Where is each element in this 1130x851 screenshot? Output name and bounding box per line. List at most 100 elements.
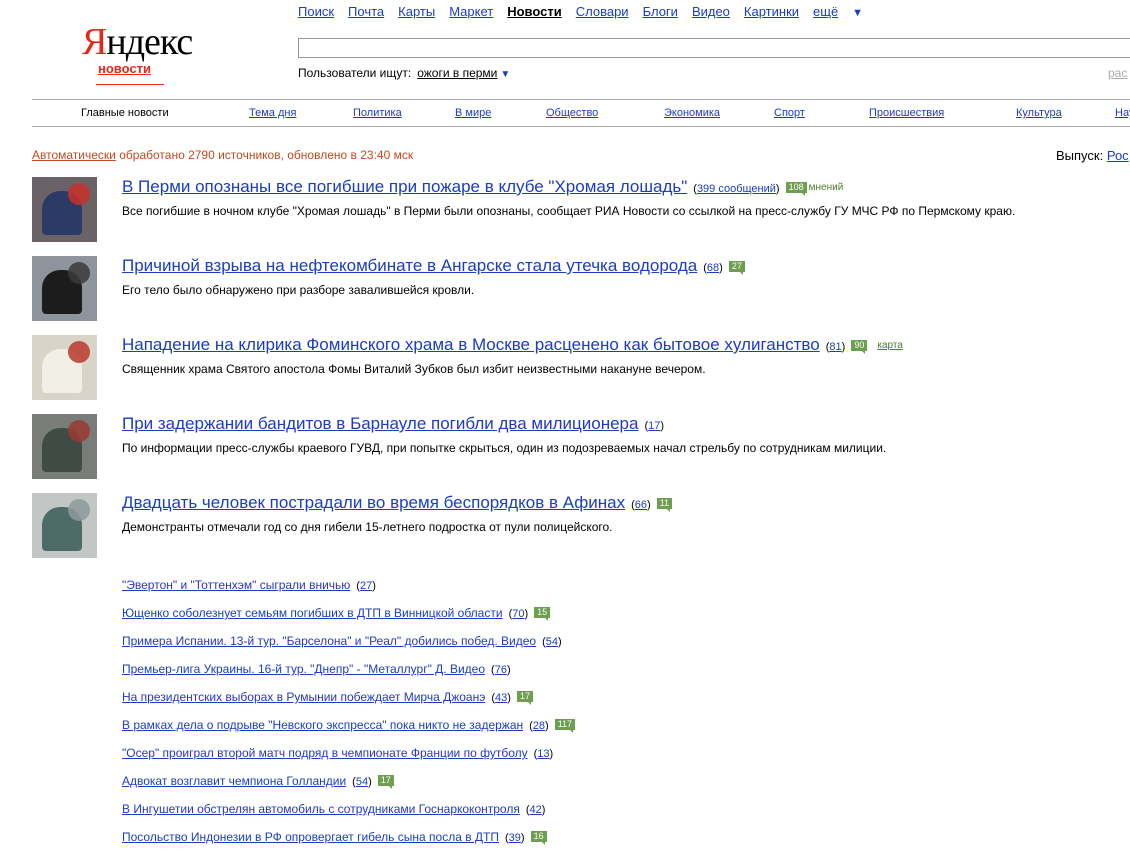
list-item: Адвокат возглавит чемпиона Голландии (54)… bbox=[122, 774, 394, 789]
small-story-link[interactable]: Премьер-лига Украины. 16-й тур. "Днепр" … bbox=[122, 662, 485, 676]
service-link[interactable]: Карты bbox=[398, 4, 435, 19]
category-link[interactable]: Нау bbox=[1115, 107, 1130, 119]
small-story-count-link[interactable]: 54 bbox=[356, 776, 368, 788]
story-count-link[interactable]: 17 bbox=[648, 420, 660, 432]
opinions-badge[interactable]: 90 bbox=[851, 340, 868, 354]
story-source-count: (399 сообщений) bbox=[693, 183, 780, 195]
category-link[interactable]: Происшествия bbox=[869, 107, 944, 119]
small-story-count-link[interactable]: 42 bbox=[530, 804, 542, 816]
small-story-link[interactable]: "Осер" проиграл второй матч подряд в чем… bbox=[122, 746, 528, 760]
search-input[interactable] bbox=[298, 38, 1130, 58]
story-title-link[interactable]: При задержании бандитов в Барнауле погиб… bbox=[122, 414, 638, 433]
small-story-count-link[interactable]: 13 bbox=[537, 748, 549, 760]
opinions-label[interactable]: мнений bbox=[809, 182, 844, 193]
small-story-link[interactable]: "Эвертон" и "Тоттенхэм" сыграли вничью bbox=[122, 578, 350, 592]
story-headline: Двадцать человек пострадали во время бес… bbox=[122, 493, 673, 513]
small-story-count: (54) bbox=[352, 776, 372, 788]
small-story-count-link[interactable]: 70 bbox=[512, 608, 524, 620]
opinions-badge[interactable]: 16 bbox=[530, 831, 547, 845]
category-current: Главные новости bbox=[81, 107, 169, 119]
category-bottom-divider bbox=[32, 126, 1130, 127]
small-story-link[interactable]: Ющенко соболезнует семьям погибших в ДТП… bbox=[122, 606, 503, 620]
small-story-count-link[interactable]: 39 bbox=[509, 832, 521, 844]
small-story-count: (54) bbox=[542, 636, 562, 648]
category-link[interactable]: Экономика bbox=[664, 107, 720, 119]
service-link[interactable]: Словари bbox=[576, 4, 629, 19]
service-link[interactable]: Новости bbox=[507, 4, 562, 19]
opinions-badge[interactable]: 117 bbox=[554, 719, 576, 733]
photo-shape bbox=[68, 499, 90, 521]
opinions-badge[interactable]: 15 bbox=[534, 607, 551, 621]
logo-news-link[interactable]: новости bbox=[98, 62, 182, 76]
category-link[interactable]: Политика bbox=[353, 107, 402, 119]
story-count-link[interactable]: 68 bbox=[707, 262, 719, 274]
small-story-count-link[interactable]: 43 bbox=[495, 692, 507, 704]
story-count-link[interactable]: 81 bbox=[829, 341, 841, 353]
category-link[interactable]: Спорт bbox=[774, 107, 805, 119]
small-story-count-link[interactable]: 54 bbox=[546, 636, 558, 648]
small-story-link[interactable]: В рамках дела о подрыве "Невского экспре… bbox=[122, 718, 523, 732]
story-annotation: Его тело было обнаружено при разборе зав… bbox=[122, 283, 475, 297]
small-story-link[interactable]: Адвокат возглавит чемпиона Голландии bbox=[122, 774, 346, 788]
chevron-down-icon[interactable]: ▼ bbox=[500, 69, 510, 80]
story-photo-ambulance[interactable] bbox=[32, 335, 97, 400]
story-annotation: Демонстранты отмечали год со дня гибели … bbox=[122, 520, 613, 534]
small-story-count-link[interactable]: 76 bbox=[495, 664, 507, 676]
small-story-count-link[interactable]: 27 bbox=[360, 580, 372, 592]
services-more-link[interactable]: ещё bbox=[813, 4, 838, 19]
small-story-count: (76) bbox=[491, 664, 511, 676]
story-photo-black-smoke[interactable] bbox=[32, 256, 97, 321]
small-story-count-link[interactable]: 28 bbox=[533, 720, 545, 732]
category-nav: Главные новости Тема дня Политика В мире Общ… bbox=[0, 107, 1130, 121]
users-search-query-link[interactable]: ожоги в перми bbox=[417, 66, 497, 80]
small-story-link[interactable]: На президентских выборах в Румынии побеж… bbox=[122, 690, 485, 704]
small-story-count: (42) bbox=[525, 804, 546, 816]
photo-shape bbox=[68, 262, 90, 284]
small-story-count: (39) bbox=[505, 832, 525, 844]
story-photo-police-officers[interactable] bbox=[32, 414, 97, 479]
small-story-link[interactable]: Примера Испании. 13-й тур. "Барселона" и… bbox=[122, 634, 536, 648]
service-link[interactable]: Блоги bbox=[643, 4, 678, 19]
story-title-link[interactable]: Нападение на клирика Фоминского храма в … bbox=[122, 335, 820, 354]
story-count-link[interactable]: 399 сообщений bbox=[697, 183, 776, 195]
yandex-news-logo[interactable]: Яндекс новости bbox=[82, 21, 193, 85]
users-search-row: Пользователи ищут: ожоги в перми ▼ bbox=[298, 66, 510, 80]
processing-status: Автоматически обработано 2790 источников… bbox=[32, 148, 413, 162]
story-title-link[interactable]: В Перми опознаны все погибшие при пожаре… bbox=[122, 177, 687, 196]
story-photo-officials-meeting[interactable] bbox=[32, 177, 97, 242]
story-annotation: Священник храма Святого апостола Фомы Ви… bbox=[122, 362, 706, 376]
category-link[interactable]: В мире bbox=[455, 107, 491, 119]
logo-letter-ya: Я bbox=[82, 21, 107, 63]
story-source-count: (66) bbox=[631, 499, 651, 511]
opinions-badge[interactable]: 11 bbox=[656, 498, 673, 512]
small-story-link[interactable]: Посольство Индонезии в РФ опровергает ги… bbox=[122, 830, 499, 844]
release-region-link[interactable]: Рос bbox=[1107, 148, 1129, 163]
list-item: Премьер-лига Украины. 16-й тур. "Днепр" … bbox=[122, 662, 511, 676]
category-link[interactable]: Тема дня bbox=[249, 107, 296, 119]
map-link[interactable]: карта bbox=[877, 340, 903, 351]
category-link[interactable]: Культура bbox=[1016, 107, 1062, 119]
service-link[interactable]: Почта bbox=[348, 4, 384, 19]
service-link[interactable]: Картинки bbox=[744, 4, 799, 19]
list-item: В Ингушетии обстрелян автомобиль с сотру… bbox=[122, 802, 545, 816]
small-story-count: (27) bbox=[356, 580, 376, 592]
story-annotation: По информации пресс-службы краевого ГУВД… bbox=[122, 441, 887, 455]
opinions-badge[interactable]: 108 bbox=[785, 182, 807, 196]
story-title-link[interactable]: Причиной взрыва на нефтекомбинате в Анга… bbox=[122, 256, 697, 275]
opinions-badge[interactable]: 17 bbox=[377, 775, 394, 789]
service-link[interactable]: Видео bbox=[692, 4, 730, 19]
story-title-link[interactable]: Двадцать человек пострадали во время бес… bbox=[122, 493, 625, 512]
opinions-badge[interactable]: 27 bbox=[728, 261, 745, 275]
category-link[interactable]: Общество bbox=[546, 107, 598, 119]
story-photo-medic[interactable] bbox=[32, 493, 97, 558]
service-link[interactable]: Маркет bbox=[449, 4, 493, 19]
auto-mode-link[interactable]: Автоматически bbox=[32, 148, 116, 162]
advanced-search-link[interactable]: рас bbox=[1108, 66, 1127, 80]
chevron-down-icon[interactable]: ▼ bbox=[852, 7, 863, 19]
list-item: Посольство Индонезии в РФ опровергает ги… bbox=[122, 830, 547, 845]
small-story-link[interactable]: В Ингушетии обстрелян автомобиль с сотру… bbox=[122, 802, 520, 816]
service-link[interactable]: Поиск bbox=[298, 4, 334, 19]
list-item: В рамках дела о подрыве "Невского экспре… bbox=[122, 718, 576, 733]
story-count-link[interactable]: 66 bbox=[635, 499, 647, 511]
opinions-badge[interactable]: 17 bbox=[516, 691, 533, 705]
